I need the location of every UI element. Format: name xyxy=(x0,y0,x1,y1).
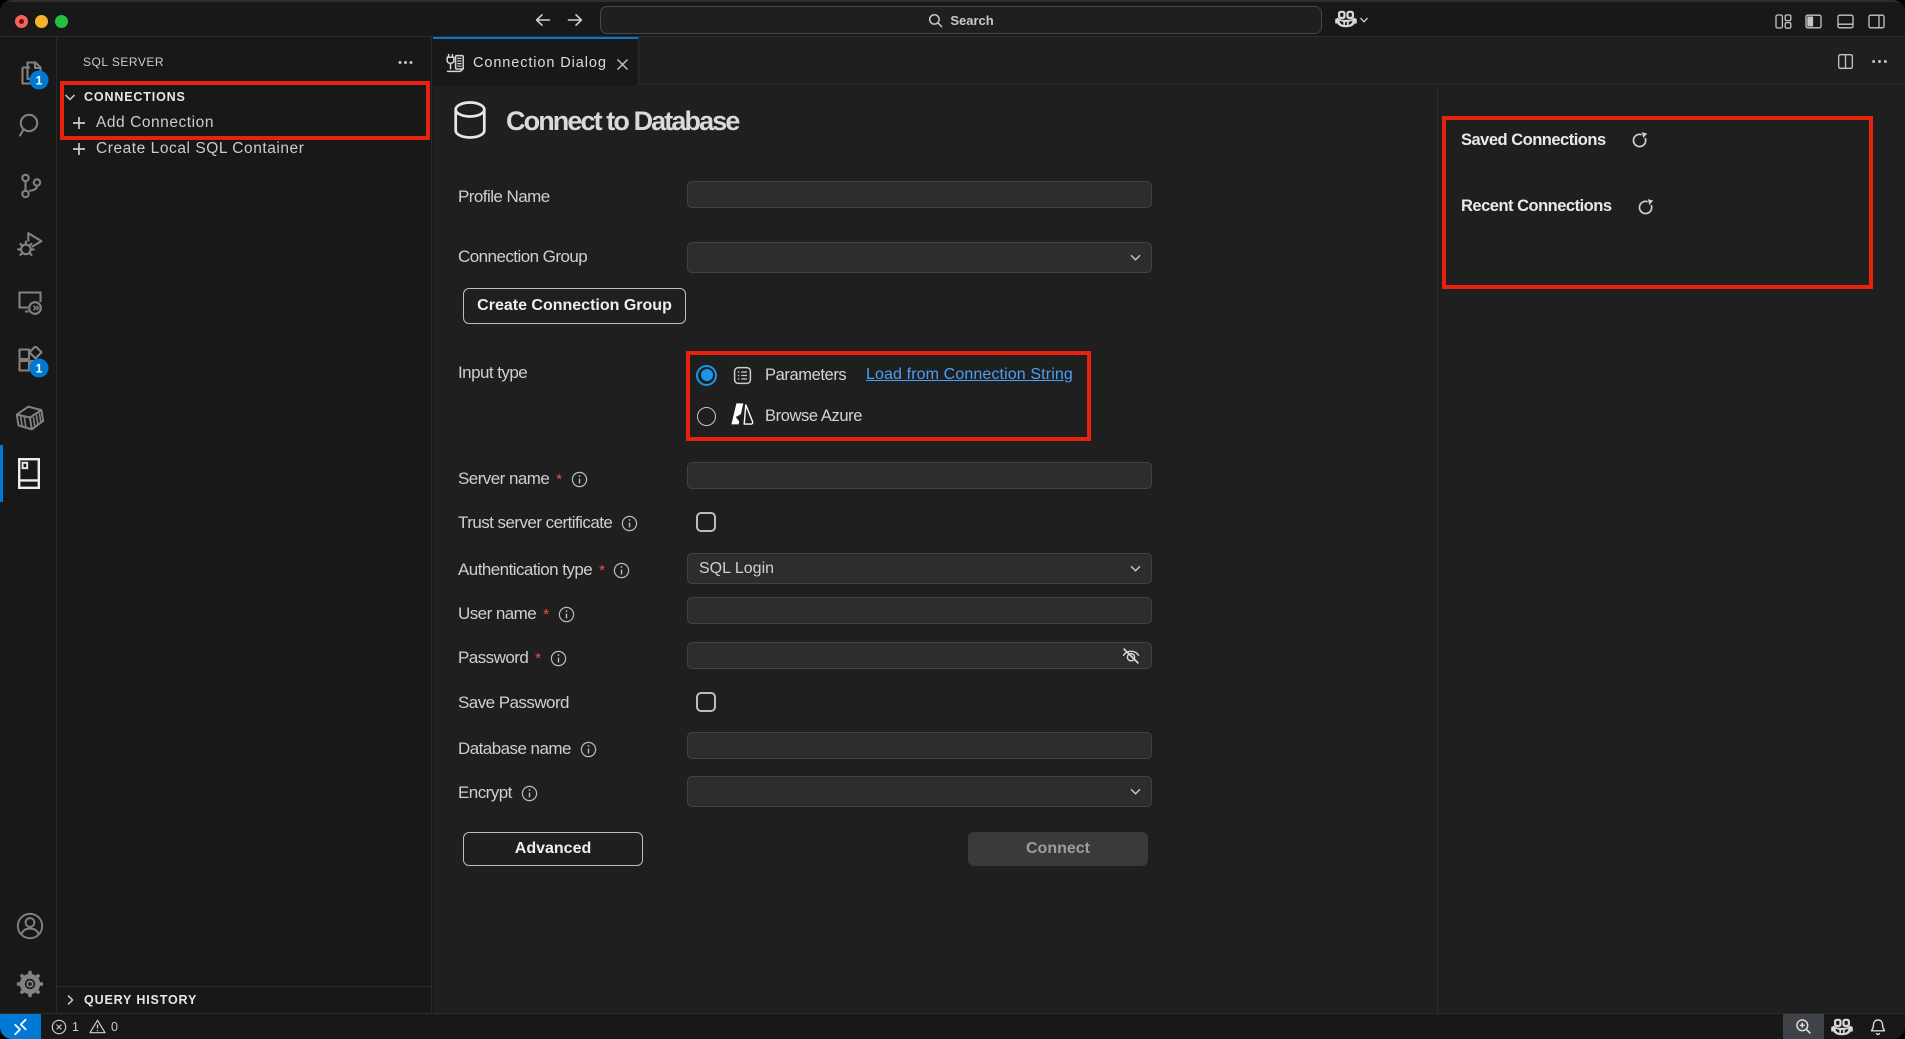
svg-text:1: 1 xyxy=(35,361,42,375)
svg-text:1: 1 xyxy=(35,73,42,87)
